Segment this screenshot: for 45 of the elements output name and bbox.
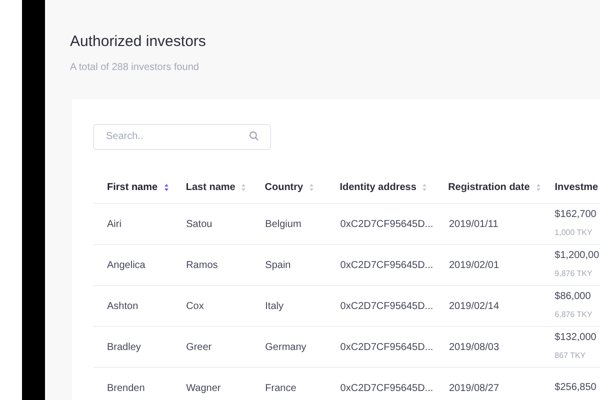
table-cell: France <box>265 382 296 394</box>
table-cell: Angelica <box>107 260 146 270</box>
sort-icon[interactable] <box>164 182 169 192</box>
table-cell: 2019/02/01 <box>448 260 500 270</box>
table-cell: Cox <box>186 300 204 312</box>
table-cell: Belgium <box>265 218 302 230</box>
column-header[interactable]: Identity address <box>340 180 416 194</box>
investment-amount: $132,000 <box>554 331 598 345</box>
token-amount: 867 TKY <box>554 350 587 362</box>
table-cell: Satou <box>186 218 212 230</box>
result-count: A total of 288 investors found <box>70 61 200 75</box>
investment-amount: $256,850 <box>554 381 598 395</box>
column-header[interactable]: Investme <box>554 180 598 194</box>
table-cell: Italy <box>265 300 284 312</box>
column-header[interactable]: Country <box>264 180 304 194</box>
table-cell: Ashton <box>107 300 138 312</box>
table-cell: Airi <box>107 218 122 230</box>
search-field[interactable]: Search.. <box>93 124 271 150</box>
table-cell: 2019/08/27 <box>448 382 500 394</box>
search-icon <box>249 131 259 141</box>
table-cell: Germany <box>265 342 306 352</box>
table-cell: 2019/08/03 <box>448 342 500 352</box>
table-cell: 0xC2D7CF95645D... <box>340 260 434 270</box>
investment-amount: $162,700 <box>554 208 598 222</box>
token-amount: 1,000 TKY <box>554 227 594 239</box>
column-header[interactable]: Last name <box>186 180 236 194</box>
page-title: Authorized investors <box>70 32 207 52</box>
token-amount: 6,876 TKY <box>554 309 594 321</box>
table-cell: 0xC2D7CF95645D... <box>340 382 434 394</box>
table-cell: Greer <box>186 342 212 352</box>
column-header[interactable]: Registration date <box>448 180 530 194</box>
table-cell: Wagner <box>186 382 221 394</box>
table-cell: 0xC2D7CF95645D... <box>340 300 434 312</box>
table-cell: 2019/01/11 <box>448 218 498 230</box>
table-cell: Brenden <box>107 382 145 394</box>
investment-amount: $86,000 <box>554 290 592 304</box>
table-cell: 2019/02/14 <box>448 300 500 312</box>
token-amount: 9,876 TKY <box>554 268 594 280</box>
table-cell: 0xC2D7CF95645D... <box>340 218 434 230</box>
table-cell: Spain <box>265 260 291 270</box>
table-cell: Bradley <box>107 342 141 352</box>
table-cell: Ramos <box>186 260 218 270</box>
investment-amount: $1,200,00 <box>554 249 600 263</box>
table-cell: 0xC2D7CF95645D... <box>340 342 434 352</box>
column-header[interactable]: First name <box>107 180 158 194</box>
